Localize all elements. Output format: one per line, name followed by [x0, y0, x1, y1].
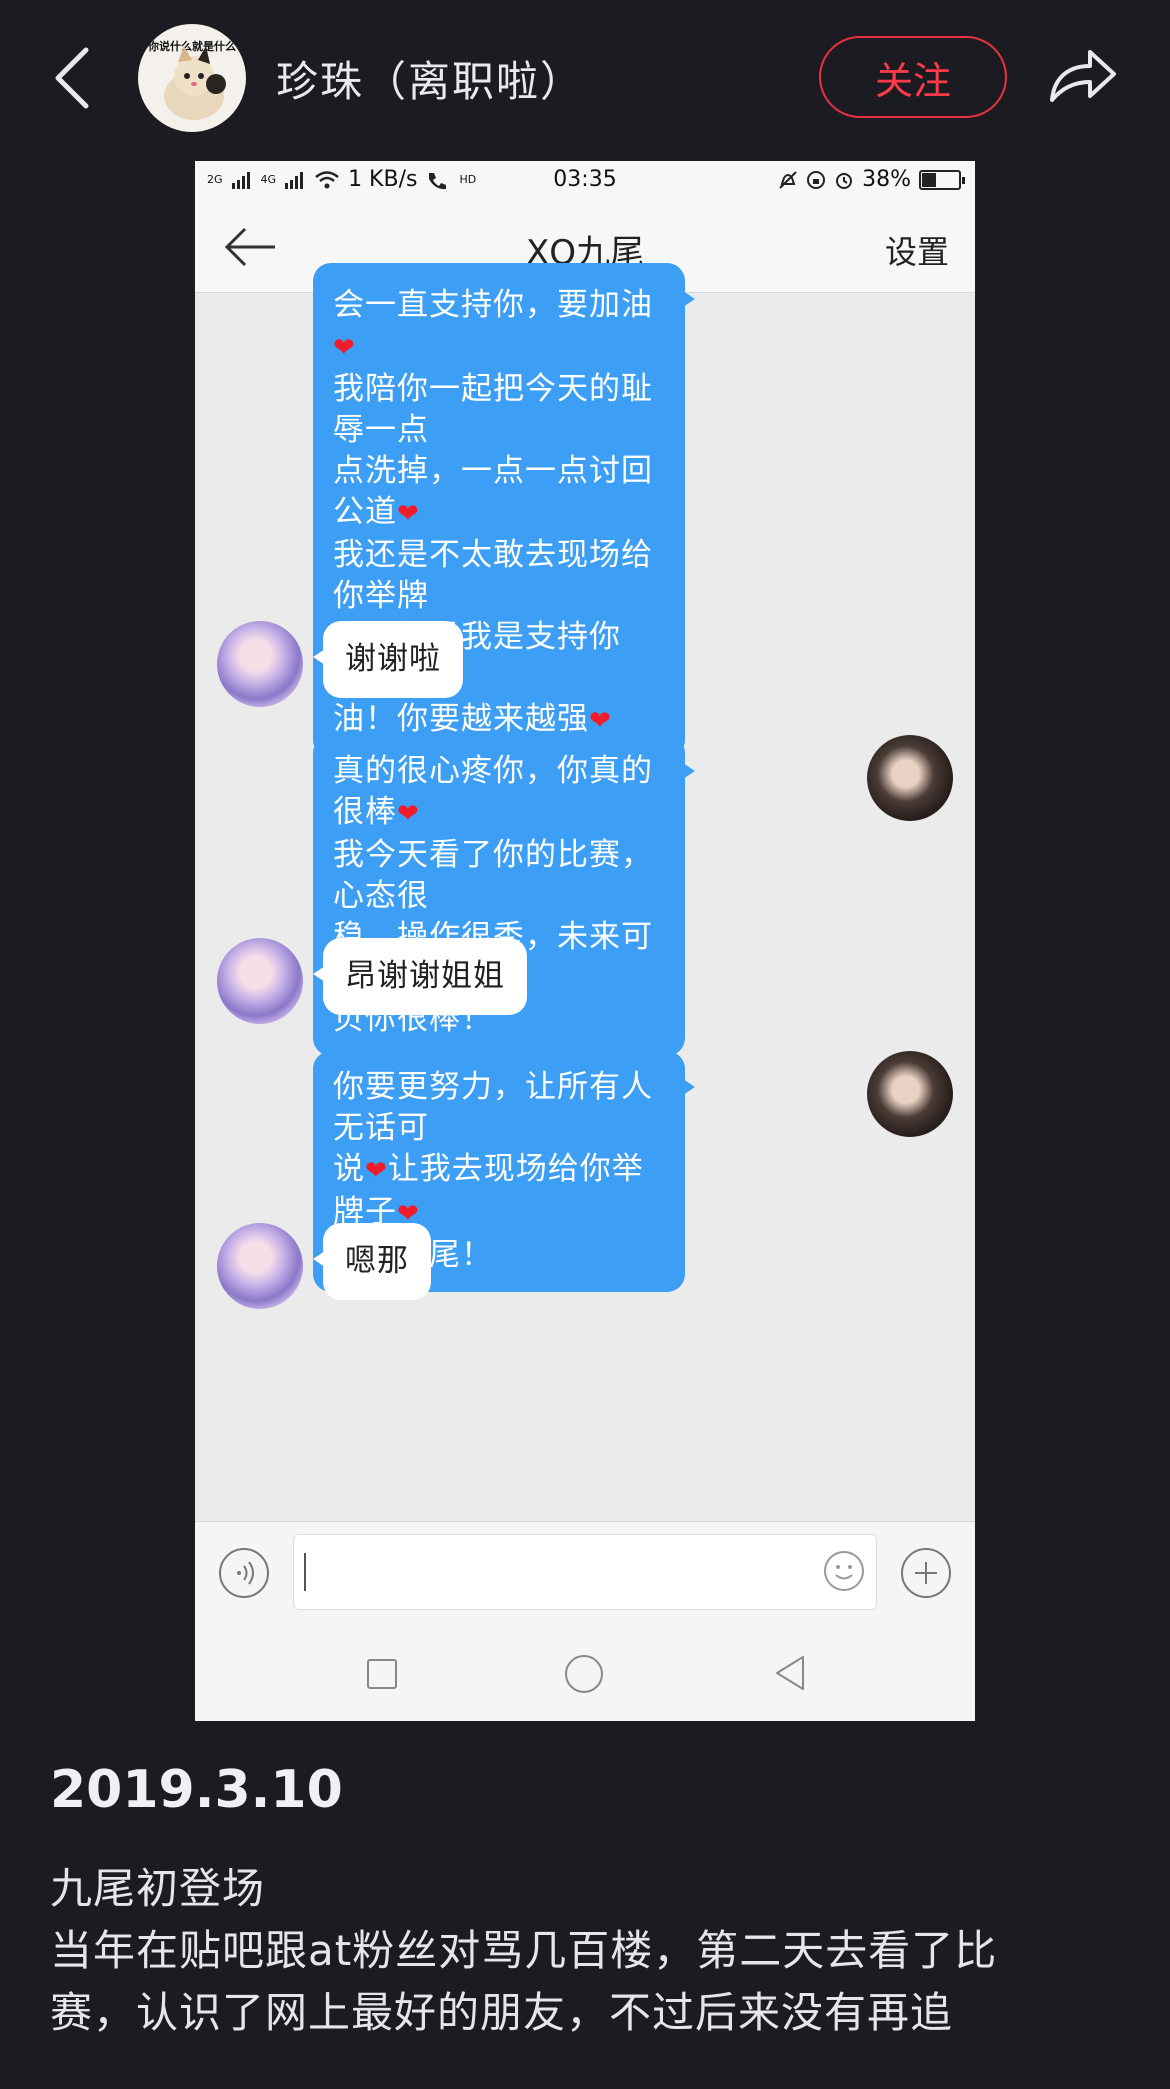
share-icon[interactable] — [1046, 44, 1118, 106]
emoji-icon[interactable] — [824, 1551, 864, 1591]
author-avatar[interactable]: 你说什么就是什么 — [138, 24, 246, 132]
heart-emoji: ❤ — [397, 499, 420, 529]
alarm-icon — [836, 172, 853, 189]
message-line: 我陪你一起把今天的耻辱一点 — [333, 371, 653, 448]
top-app-bar: 你说什么就是什么 珍珠（离职啦） 关注 — [0, 0, 1170, 150]
post-line: 九尾初登场 — [50, 1864, 266, 1913]
incoming-message: 嗯那 — [313, 1223, 431, 1300]
cat-avatar-image — [164, 46, 226, 120]
voice-icon[interactable] — [219, 1548, 269, 1598]
incoming-message: 谢谢啦 — [313, 621, 463, 698]
post-text: 九尾初登场 当年在贴吧跟at粉丝对骂几百楼，第二天去看了比 赛，认识了网上最好的… — [50, 1858, 1140, 2044]
message-line: 点洗掉，一点一点讨回公道 — [333, 453, 653, 530]
nav-recent-icon[interactable] — [367, 1659, 397, 1689]
contact-avatar[interactable] — [217, 938, 303, 1024]
heart-emoji: ❤ — [589, 706, 612, 736]
battery-percent: 38% — [862, 167, 911, 192]
heart-emoji: ❤ — [397, 799, 420, 829]
nav-back-icon[interactable] — [773, 1653, 809, 1693]
message-input[interactable] — [293, 1534, 877, 1610]
battery-level — [922, 172, 937, 187]
post-date: 2019.3.10 — [50, 1760, 343, 1820]
contact-avatar[interactable] — [217, 1223, 303, 1309]
post-line: 赛，认识了网上最好的朋友，不过后来没有再追 — [50, 1988, 954, 2037]
post-line: 当年在贴吧跟at粉丝对骂几百楼，第二天去看了比 — [50, 1926, 998, 1975]
nav-home-icon[interactable] — [565, 1655, 603, 1693]
settings-button[interactable]: 设置 — [885, 227, 949, 273]
battery-icon — [919, 169, 965, 190]
message-line: 你要更努力，让所有人无话可 — [333, 1069, 653, 1146]
message-line: 我今天看了你的比赛，心态很 — [333, 837, 653, 914]
incoming-message: 昂谢谢姐姐 — [313, 938, 527, 1015]
rotation-lock-icon — [807, 170, 826, 189]
contact-avatar[interactable] — [217, 621, 303, 707]
message-line: 真的很心疼你，你真的很棒 — [333, 753, 653, 830]
text-caret — [304, 1553, 306, 1591]
message-line: 油！你要越来越强 — [333, 701, 589, 737]
message-list[interactable]: 会一直支持你，要加油❤ 我陪你一起把今天的耻辱一点 点洗掉，一点一点讨回公道❤ … — [195, 263, 975, 1683]
message-line: 我还是不太敢去现场给你举牌 — [333, 537, 653, 614]
user-avatar[interactable] — [867, 735, 953, 821]
back-arrow-icon[interactable] — [50, 44, 94, 112]
message-line: 会一直支持你，要加油 — [333, 287, 653, 323]
user-avatar[interactable] — [867, 1051, 953, 1137]
chat-screenshot[interactable]: 2G 4G 1 KB/s HD 03:35 38% XQ九尾 设置 会一直支持你… — [195, 161, 975, 1721]
plus-icon[interactable] — [901, 1548, 951, 1598]
follow-button[interactable]: 关注 — [819, 36, 1007, 118]
message-line: 说 — [333, 1151, 365, 1187]
mute-icon — [779, 170, 797, 189]
status-bar: 2G 4G 1 KB/s HD 03:35 38% — [195, 161, 975, 201]
android-nav-bar — [195, 1625, 975, 1721]
heart-emoji: ❤ — [365, 1156, 388, 1186]
chat-input-bar — [195, 1521, 975, 1625]
heart-emoji: ❤ — [333, 333, 356, 363]
author-name[interactable]: 珍珠（离职啦） — [276, 48, 584, 109]
